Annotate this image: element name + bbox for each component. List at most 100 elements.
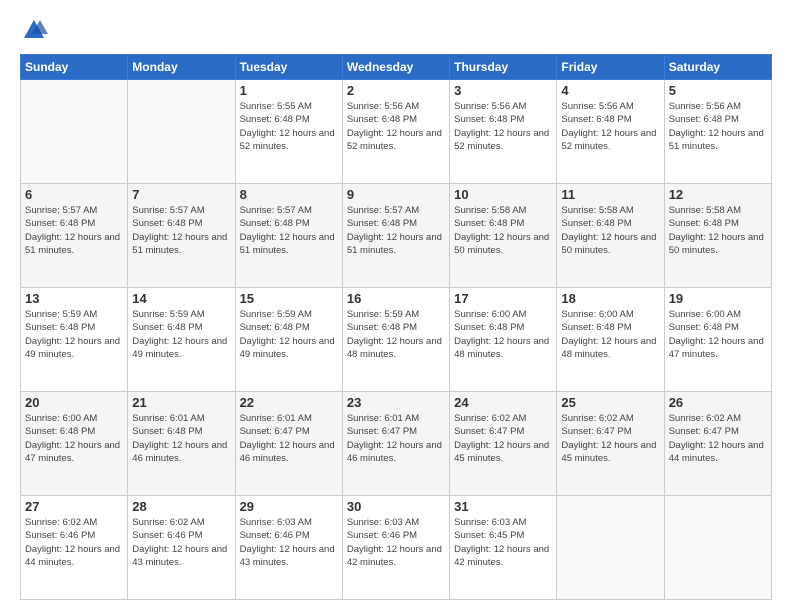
weekday-header-tuesday: Tuesday xyxy=(235,55,342,80)
day-info: Sunrise: 5:58 AM Sunset: 6:48 PM Dayligh… xyxy=(454,204,552,257)
day-info: Sunrise: 5:56 AM Sunset: 6:48 PM Dayligh… xyxy=(669,100,767,153)
logo xyxy=(20,16,52,44)
calendar-cell: 11 Sunrise: 5:58 AM Sunset: 6:48 PM Dayli… xyxy=(557,184,664,288)
day-number: 15 xyxy=(240,291,338,306)
day-info: Sunrise: 5:59 AM Sunset: 6:48 PM Dayligh… xyxy=(347,308,445,361)
week-row-3: 13 Sunrise: 5:59 AM Sunset: 6:48 PM Dayli… xyxy=(21,288,772,392)
day-info: Sunrise: 5:56 AM Sunset: 6:48 PM Dayligh… xyxy=(347,100,445,153)
calendar-cell: 24 Sunrise: 6:02 AM Sunset: 6:47 PM Dayli… xyxy=(450,392,557,496)
day-number: 11 xyxy=(561,187,659,202)
week-row-2: 6 Sunrise: 5:57 AM Sunset: 6:48 PM Daylig… xyxy=(21,184,772,288)
day-info: Sunrise: 6:03 AM Sunset: 6:46 PM Dayligh… xyxy=(347,516,445,569)
day-number: 25 xyxy=(561,395,659,410)
calendar-cell: 4 Sunrise: 5:56 AM Sunset: 6:48 PM Daylig… xyxy=(557,80,664,184)
day-number: 3 xyxy=(454,83,552,98)
day-info: Sunrise: 5:57 AM Sunset: 6:48 PM Dayligh… xyxy=(347,204,445,257)
week-row-5: 27 Sunrise: 6:02 AM Sunset: 6:46 PM Dayli… xyxy=(21,496,772,600)
header xyxy=(20,16,772,44)
calendar-cell: 29 Sunrise: 6:03 AM Sunset: 6:46 PM Dayli… xyxy=(235,496,342,600)
day-number: 27 xyxy=(25,499,123,514)
day-number: 5 xyxy=(669,83,767,98)
calendar-cell: 9 Sunrise: 5:57 AM Sunset: 6:48 PM Daylig… xyxy=(342,184,449,288)
day-number: 16 xyxy=(347,291,445,306)
calendar-cell: 16 Sunrise: 5:59 AM Sunset: 6:48 PM Dayli… xyxy=(342,288,449,392)
day-info: Sunrise: 6:02 AM Sunset: 6:47 PM Dayligh… xyxy=(561,412,659,465)
day-number: 30 xyxy=(347,499,445,514)
day-info: Sunrise: 6:00 AM Sunset: 6:48 PM Dayligh… xyxy=(561,308,659,361)
calendar-cell: 20Sunrise: 6:00 AM Sunset: 6:48 PM Dayli… xyxy=(21,392,128,496)
day-number: 9 xyxy=(347,187,445,202)
calendar-cell: 30 Sunrise: 6:03 AM Sunset: 6:46 PM Dayli… xyxy=(342,496,449,600)
calendar-table: SundayMondayTuesdayWednesdayThursdayFrid… xyxy=(20,54,772,600)
logo-icon xyxy=(20,16,48,44)
day-info: Sunrise: 6:02 AM Sunset: 6:46 PM Dayligh… xyxy=(132,516,230,569)
day-info: Sunrise: 6:00 AM Sunset: 6:48 PM Dayligh… xyxy=(669,308,767,361)
day-info: Sunrise: 5:57 AM Sunset: 6:48 PM Dayligh… xyxy=(240,204,338,257)
day-info: Sunrise: 6:00 AM Sunset: 6:48 PM Dayligh… xyxy=(454,308,552,361)
day-number: 17 xyxy=(454,291,552,306)
calendar-cell xyxy=(557,496,664,600)
day-info: Sunrise: 6:03 AM Sunset: 6:46 PM Dayligh… xyxy=(240,516,338,569)
day-number: 13 xyxy=(25,291,123,306)
day-number: 24 xyxy=(454,395,552,410)
day-info: Sunrise: 5:55 AM Sunset: 6:48 PM Dayligh… xyxy=(240,100,338,153)
calendar-cell: 10 Sunrise: 5:58 AM Sunset: 6:48 PM Dayli… xyxy=(450,184,557,288)
week-row-4: 20Sunrise: 6:00 AM Sunset: 6:48 PM Dayli… xyxy=(21,392,772,496)
day-number: 18 xyxy=(561,291,659,306)
calendar-cell: 8 Sunrise: 5:57 AM Sunset: 6:48 PM Daylig… xyxy=(235,184,342,288)
day-number: 26 xyxy=(669,395,767,410)
day-number: 2 xyxy=(347,83,445,98)
day-info: Sunrise: 6:02 AM Sunset: 6:47 PM Dayligh… xyxy=(669,412,767,465)
calendar-cell: 6Sunrise: 5:57 AM Sunset: 6:48 PM Daylig… xyxy=(21,184,128,288)
day-number: 28 xyxy=(132,499,230,514)
calendar-cell: 21Sunrise: 6:01 AM Sunset: 6:48 PM Dayli… xyxy=(128,392,235,496)
day-number: 22 xyxy=(240,395,338,410)
calendar-cell: 18 Sunrise: 6:00 AM Sunset: 6:48 PM Dayli… xyxy=(557,288,664,392)
calendar-cell: 25 Sunrise: 6:02 AM Sunset: 6:47 PM Dayli… xyxy=(557,392,664,496)
day-info: Sunrise: 5:59 AM Sunset: 6:48 PM Dayligh… xyxy=(25,308,123,361)
calendar-cell: 27 Sunrise: 6:02 AM Sunset: 6:46 PM Dayli… xyxy=(21,496,128,600)
day-info: Sunrise: 5:56 AM Sunset: 6:48 PM Dayligh… xyxy=(454,100,552,153)
week-row-1: 1 Sunrise: 5:55 AM Sunset: 6:48 PM Daylig… xyxy=(21,80,772,184)
day-number: 6 xyxy=(25,187,123,202)
weekday-header-monday: Monday xyxy=(128,55,235,80)
calendar-cell: 26 Sunrise: 6:02 AM Sunset: 6:47 PM Dayli… xyxy=(664,392,771,496)
day-info: Sunrise: 6:01 AM Sunset: 6:48 PM Dayligh… xyxy=(132,412,230,465)
calendar-cell: 28 Sunrise: 6:02 AM Sunset: 6:46 PM Dayli… xyxy=(128,496,235,600)
day-info: Sunrise: 6:01 AM Sunset: 6:47 PM Dayligh… xyxy=(347,412,445,465)
calendar-cell: 7Sunrise: 5:57 AM Sunset: 6:48 PM Daylig… xyxy=(128,184,235,288)
day-number: 29 xyxy=(240,499,338,514)
day-number: 14 xyxy=(132,291,230,306)
calendar-cell: 17 Sunrise: 6:00 AM Sunset: 6:48 PM Dayli… xyxy=(450,288,557,392)
day-number: 31 xyxy=(454,499,552,514)
weekday-header-saturday: Saturday xyxy=(664,55,771,80)
day-info: Sunrise: 6:01 AM Sunset: 6:47 PM Dayligh… xyxy=(240,412,338,465)
calendar-cell: 3 Sunrise: 5:56 AM Sunset: 6:48 PM Daylig… xyxy=(450,80,557,184)
day-info: Sunrise: 5:58 AM Sunset: 6:48 PM Dayligh… xyxy=(561,204,659,257)
calendar-cell xyxy=(664,496,771,600)
calendar-cell: 19Sunrise: 6:00 AM Sunset: 6:48 PM Dayli… xyxy=(664,288,771,392)
page: SundayMondayTuesdayWednesdayThursdayFrid… xyxy=(0,0,792,612)
calendar-cell xyxy=(21,80,128,184)
weekday-header-sunday: Sunday xyxy=(21,55,128,80)
day-info: Sunrise: 6:02 AM Sunset: 6:47 PM Dayligh… xyxy=(454,412,552,465)
calendar-cell: 2 Sunrise: 5:56 AM Sunset: 6:48 PM Daylig… xyxy=(342,80,449,184)
day-number: 7 xyxy=(132,187,230,202)
day-number: 20 xyxy=(25,395,123,410)
day-number: 4 xyxy=(561,83,659,98)
calendar-cell: 14Sunrise: 5:59 AM Sunset: 6:48 PM Dayli… xyxy=(128,288,235,392)
day-info: Sunrise: 5:56 AM Sunset: 6:48 PM Dayligh… xyxy=(561,100,659,153)
calendar-cell xyxy=(128,80,235,184)
calendar-cell: 31 Sunrise: 6:03 AM Sunset: 6:45 PM Dayli… xyxy=(450,496,557,600)
day-number: 10 xyxy=(454,187,552,202)
day-number: 8 xyxy=(240,187,338,202)
weekday-header-row: SundayMondayTuesdayWednesdayThursdayFrid… xyxy=(21,55,772,80)
calendar-cell: 23Sunrise: 6:01 AM Sunset: 6:47 PM Dayli… xyxy=(342,392,449,496)
calendar-cell: 13 Sunrise: 5:59 AM Sunset: 6:48 PM Dayli… xyxy=(21,288,128,392)
calendar-cell: 12Sunrise: 5:58 AM Sunset: 6:48 PM Dayli… xyxy=(664,184,771,288)
day-info: Sunrise: 6:02 AM Sunset: 6:46 PM Dayligh… xyxy=(25,516,123,569)
calendar-cell: 5 Sunrise: 5:56 AM Sunset: 6:48 PM Daylig… xyxy=(664,80,771,184)
day-number: 1 xyxy=(240,83,338,98)
day-info: Sunrise: 6:03 AM Sunset: 6:45 PM Dayligh… xyxy=(454,516,552,569)
weekday-header-friday: Friday xyxy=(557,55,664,80)
